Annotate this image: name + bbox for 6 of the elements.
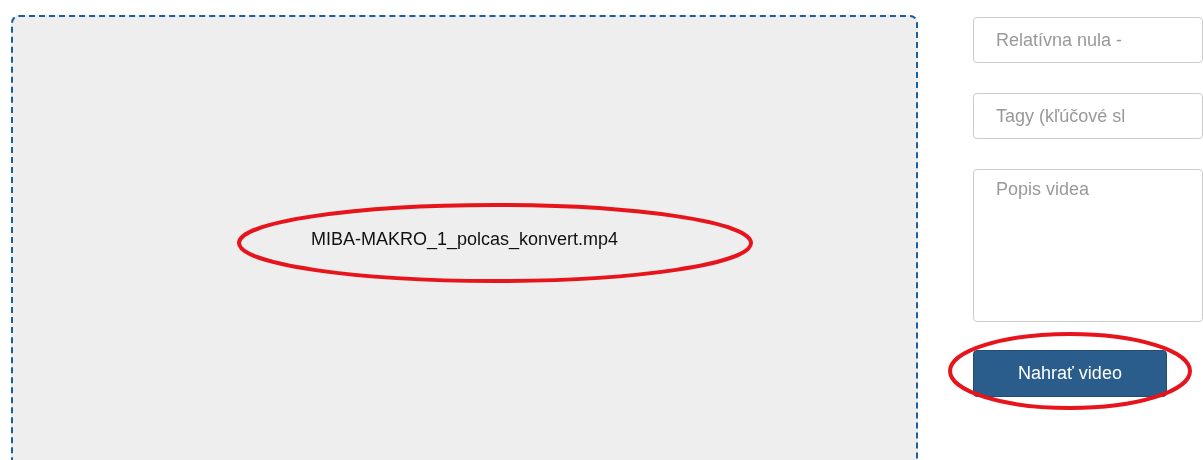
input-field[interactable]: Tagy (kľúčové sl bbox=[973, 93, 1203, 139]
description-textarea[interactable]: Popis videa bbox=[973, 169, 1203, 322]
upload-video-button[interactable]: Nahrať video bbox=[973, 350, 1167, 397]
input-field[interactable]: Relatívna nula - bbox=[973, 17, 1203, 63]
file-name: MIBA-MAKRO_1_polcas_konvert.mp4 bbox=[310, 228, 619, 252]
upload-dropzone[interactable]: MIBA-MAKRO_1_polcas_konvert.mp4 bbox=[11, 15, 918, 460]
